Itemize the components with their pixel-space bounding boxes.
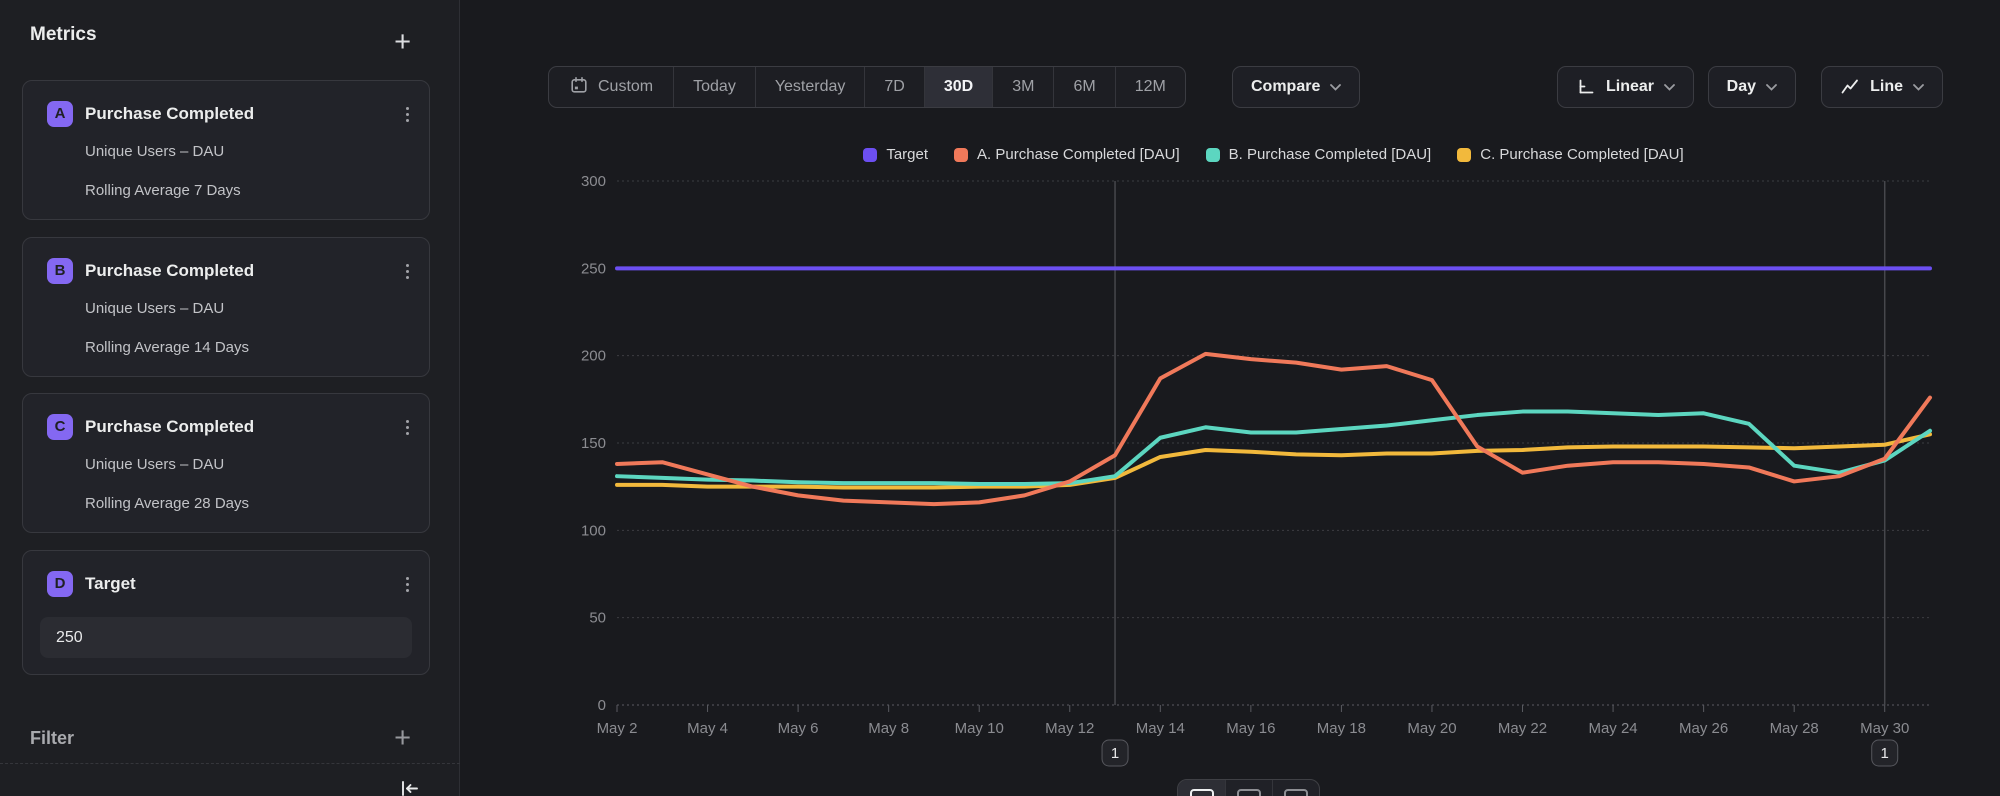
table-view-icon[interactable] — [1225, 780, 1272, 796]
metric-measure: Unique Users – DAU — [85, 143, 224, 160]
chart-view-icon[interactable] — [1178, 780, 1225, 796]
metrics-heading: Metrics — [30, 24, 97, 46]
svg-text:0: 0 — [598, 697, 606, 714]
view-toggle-group — [1177, 779, 1320, 796]
kebab-menu-icon[interactable] — [402, 101, 413, 127]
metric-measure: Unique Users – DAU — [85, 456, 224, 473]
svg-text:1: 1 — [1881, 745, 1889, 762]
svg-text:1: 1 — [1111, 745, 1119, 762]
metrics-sidebar: Metrics + A Purchase Completed Unique Us… — [0, 0, 460, 796]
metric-measure: Unique Users – DAU — [85, 300, 224, 317]
metric-card-c[interactable]: C Purchase Completed Unique Users – DAU … — [22, 393, 430, 533]
svg-text:100: 100 — [581, 522, 606, 539]
svg-text:May 16: May 16 — [1226, 720, 1275, 737]
metric-title: Purchase Completed — [85, 104, 254, 124]
metric-title: Purchase Completed — [85, 261, 254, 281]
metric-title: Purchase Completed — [85, 417, 254, 437]
svg-text:May 30: May 30 — [1860, 720, 1909, 737]
filter-heading: Filter — [30, 728, 74, 749]
svg-text:250: 250 — [581, 260, 606, 277]
card-view-icon[interactable] — [1272, 780, 1319, 796]
target-value-input[interactable] — [40, 617, 412, 658]
metric-transform: Rolling Average 7 Days — [85, 182, 241, 199]
svg-text:200: 200 — [581, 348, 606, 365]
svg-text:May 12: May 12 — [1045, 720, 1094, 737]
kebab-menu-icon[interactable] — [402, 414, 413, 440]
metric-badge-b: B — [47, 258, 73, 284]
svg-text:May 28: May 28 — [1770, 720, 1819, 737]
metric-transform: Rolling Average 28 Days — [85, 495, 249, 512]
analytics-dashboard: Metrics + A Purchase Completed Unique Us… — [0, 0, 2000, 796]
metric-transform: Rolling Average 14 Days — [85, 339, 249, 356]
svg-text:May 6: May 6 — [778, 720, 819, 737]
svg-text:May 10: May 10 — [955, 720, 1004, 737]
svg-text:May 24: May 24 — [1588, 720, 1637, 737]
add-filter-button[interactable]: + — [394, 724, 411, 753]
series-line[interactable] — [617, 434, 1930, 487]
line-chart: 0 50 100 150 200 250 300 May 2 May 4 May 6 May 8 Ma… — [460, 0, 1999, 796]
svg-text:May 4: May 4 — [687, 720, 728, 737]
metric-badge-d: D — [47, 571, 73, 597]
target-title: Target — [85, 574, 136, 594]
kebab-menu-icon[interactable] — [402, 571, 413, 597]
sidebar-divider — [0, 763, 460, 764]
metric-card-a[interactable]: A Purchase Completed Unique Users – DAU … — [22, 80, 430, 220]
svg-text:May 18: May 18 — [1317, 720, 1366, 737]
kebab-menu-icon[interactable] — [402, 258, 413, 284]
svg-text:May 26: May 26 — [1679, 720, 1728, 737]
metric-card-b[interactable]: B Purchase Completed Unique Users – DAU … — [22, 237, 430, 377]
collapse-sidebar-icon[interactable] — [398, 778, 422, 796]
svg-text:May 20: May 20 — [1407, 720, 1456, 737]
target-card[interactable]: D Target — [22, 550, 430, 675]
metric-badge-c: C — [47, 414, 73, 440]
add-metric-button[interactable]: + — [394, 28, 411, 57]
svg-text:150: 150 — [581, 435, 606, 452]
metric-badge-a: A — [47, 101, 73, 127]
svg-text:May 22: May 22 — [1498, 720, 1547, 737]
svg-text:50: 50 — [589, 610, 606, 627]
svg-text:May 14: May 14 — [1136, 720, 1185, 737]
svg-text:May 2: May 2 — [597, 720, 638, 737]
chart-panel: Custom Today Yesterday 7D 30D 3M 6M 12M … — [460, 0, 1999, 796]
svg-text:May 8: May 8 — [868, 720, 909, 737]
svg-text:300: 300 — [581, 173, 606, 190]
